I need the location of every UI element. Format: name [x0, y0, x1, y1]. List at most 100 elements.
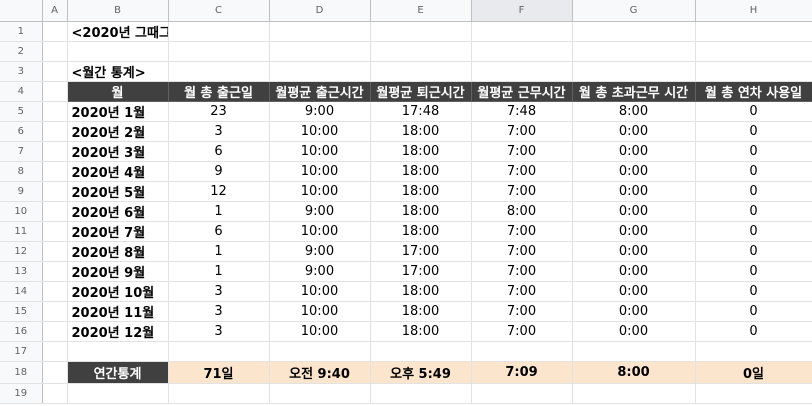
cell[interactable]: [572, 41, 696, 62]
column-header[interactable]: D: [269, 0, 371, 22]
month-cell[interactable]: 2020년 8월: [67, 241, 169, 262]
total-avg-out-cell[interactable]: 오후 5:49: [370, 361, 472, 384]
cell[interactable]: [695, 41, 812, 62]
cell[interactable]: [471, 21, 573, 42]
cell[interactable]: [42, 21, 68, 42]
avg-out-cell[interactable]: 18:00: [370, 221, 472, 242]
month-cell[interactable]: 2020년 12월: [67, 321, 169, 342]
avg-work-cell[interactable]: 8:00: [471, 201, 573, 222]
row-header[interactable]: 9: [0, 181, 43, 202]
cell[interactable]: [572, 341, 696, 362]
cell[interactable]: [471, 61, 573, 82]
row-header[interactable]: 16: [0, 321, 43, 342]
avg-work-cell[interactable]: 7:00: [471, 161, 573, 182]
row-header[interactable]: 19: [0, 383, 43, 404]
avg-in-cell[interactable]: 9:00: [269, 241, 371, 262]
avg-out-cell[interactable]: 18:00: [370, 321, 472, 342]
days-cell[interactable]: 3: [168, 321, 270, 342]
total-label-cell[interactable]: 연간통계: [67, 361, 169, 384]
days-cell[interactable]: 1: [168, 241, 270, 262]
cell[interactable]: [168, 383, 270, 404]
row-header[interactable]: 11: [0, 221, 43, 242]
cell[interactable]: [42, 361, 68, 384]
avg-in-cell[interactable]: 10:00: [269, 161, 371, 182]
month-cell[interactable]: 2020년 2월: [67, 121, 169, 142]
cell[interactable]: [695, 61, 812, 82]
row-header[interactable]: 8: [0, 161, 43, 182]
avg-out-cell[interactable]: 17:00: [370, 241, 472, 262]
avg-out-cell[interactable]: 18:00: [370, 181, 472, 202]
leave-cell[interactable]: 0: [695, 321, 812, 342]
cell[interactable]: [370, 41, 472, 62]
month-cell[interactable]: 2020년 6월: [67, 201, 169, 222]
cell[interactable]: [42, 383, 68, 404]
cell[interactable]: [42, 261, 68, 282]
column-header[interactable]: A: [42, 0, 68, 22]
avg-work-cell[interactable]: 7:48: [471, 101, 573, 122]
cell[interactable]: [42, 41, 68, 62]
row-header[interactable]: 2: [0, 41, 43, 62]
cell[interactable]: [42, 101, 68, 122]
avg-work-cell[interactable]: 7:00: [471, 261, 573, 282]
avg-out-cell[interactable]: 17:48: [370, 101, 472, 122]
row-header[interactable]: 18: [0, 361, 43, 384]
days-cell[interactable]: 6: [168, 221, 270, 242]
avg-in-cell[interactable]: 10:00: [269, 301, 371, 322]
cell[interactable]: [471, 383, 573, 404]
overtime-cell[interactable]: 0:00: [572, 221, 696, 242]
cell[interactable]: [168, 41, 270, 62]
month-cell[interactable]: 2020년 3월: [67, 141, 169, 162]
cell[interactable]: [269, 341, 371, 362]
leave-cell[interactable]: 0: [695, 301, 812, 322]
row-header[interactable]: 12: [0, 241, 43, 262]
month-cell[interactable]: 2020년 9월: [67, 261, 169, 282]
leave-cell[interactable]: 0: [695, 101, 812, 122]
avg-in-cell[interactable]: 10:00: [269, 281, 371, 302]
overtime-cell[interactable]: 0:00: [572, 281, 696, 302]
cell[interactable]: [572, 61, 696, 82]
days-cell[interactable]: 3: [168, 301, 270, 322]
avg-in-cell[interactable]: 9:00: [269, 101, 371, 122]
total-leave-cell[interactable]: 0일: [695, 361, 812, 384]
overtime-cell[interactable]: 0:00: [572, 241, 696, 262]
month-cell[interactable]: 2020년 10월: [67, 281, 169, 302]
month-cell[interactable]: 2020년 7월: [67, 221, 169, 242]
cell[interactable]: [370, 341, 472, 362]
avg-in-cell[interactable]: 9:00: [269, 261, 371, 282]
cell[interactable]: [269, 61, 371, 82]
cell[interactable]: [42, 161, 68, 182]
row-header[interactable]: 4: [0, 81, 43, 102]
cell[interactable]: [370, 21, 472, 42]
avg-work-cell[interactable]: 7:00: [471, 321, 573, 342]
cell[interactable]: [42, 281, 68, 302]
cell[interactable]: [42, 221, 68, 242]
avg-in-cell[interactable]: 10:00: [269, 221, 371, 242]
avg-work-cell[interactable]: 7:00: [471, 241, 573, 262]
days-cell[interactable]: 6: [168, 141, 270, 162]
avg-out-cell[interactable]: 18:00: [370, 281, 472, 302]
leave-cell[interactable]: 0: [695, 241, 812, 262]
total-overtime-cell[interactable]: 8:00: [572, 361, 696, 384]
leave-cell[interactable]: 0: [695, 261, 812, 282]
days-cell[interactable]: 1: [168, 201, 270, 222]
cell[interactable]: [42, 341, 68, 362]
leave-cell[interactable]: 0: [695, 161, 812, 182]
avg-work-cell[interactable]: 7:00: [471, 301, 573, 322]
overtime-cell[interactable]: 0:00: [572, 261, 696, 282]
month-cell[interactable]: 2020년 11월: [67, 301, 169, 322]
row-header[interactable]: 3: [0, 61, 43, 82]
avg-work-cell[interactable]: 7:00: [471, 281, 573, 302]
days-cell[interactable]: 3: [168, 121, 270, 142]
cell[interactable]: [572, 21, 696, 42]
leave-cell[interactable]: 0: [695, 141, 812, 162]
cell[interactable]: [42, 121, 68, 142]
cell[interactable]: [695, 21, 812, 42]
leave-cell[interactable]: 0: [695, 281, 812, 302]
cell[interactable]: [42, 141, 68, 162]
avg-in-cell[interactable]: 10:00: [269, 321, 371, 342]
cell[interactable]: [67, 341, 169, 362]
row-header[interactable]: 13: [0, 261, 43, 282]
column-header[interactable]: B: [67, 0, 169, 22]
avg-in-cell[interactable]: 10:00: [269, 141, 371, 162]
cell[interactable]: [42, 181, 68, 202]
